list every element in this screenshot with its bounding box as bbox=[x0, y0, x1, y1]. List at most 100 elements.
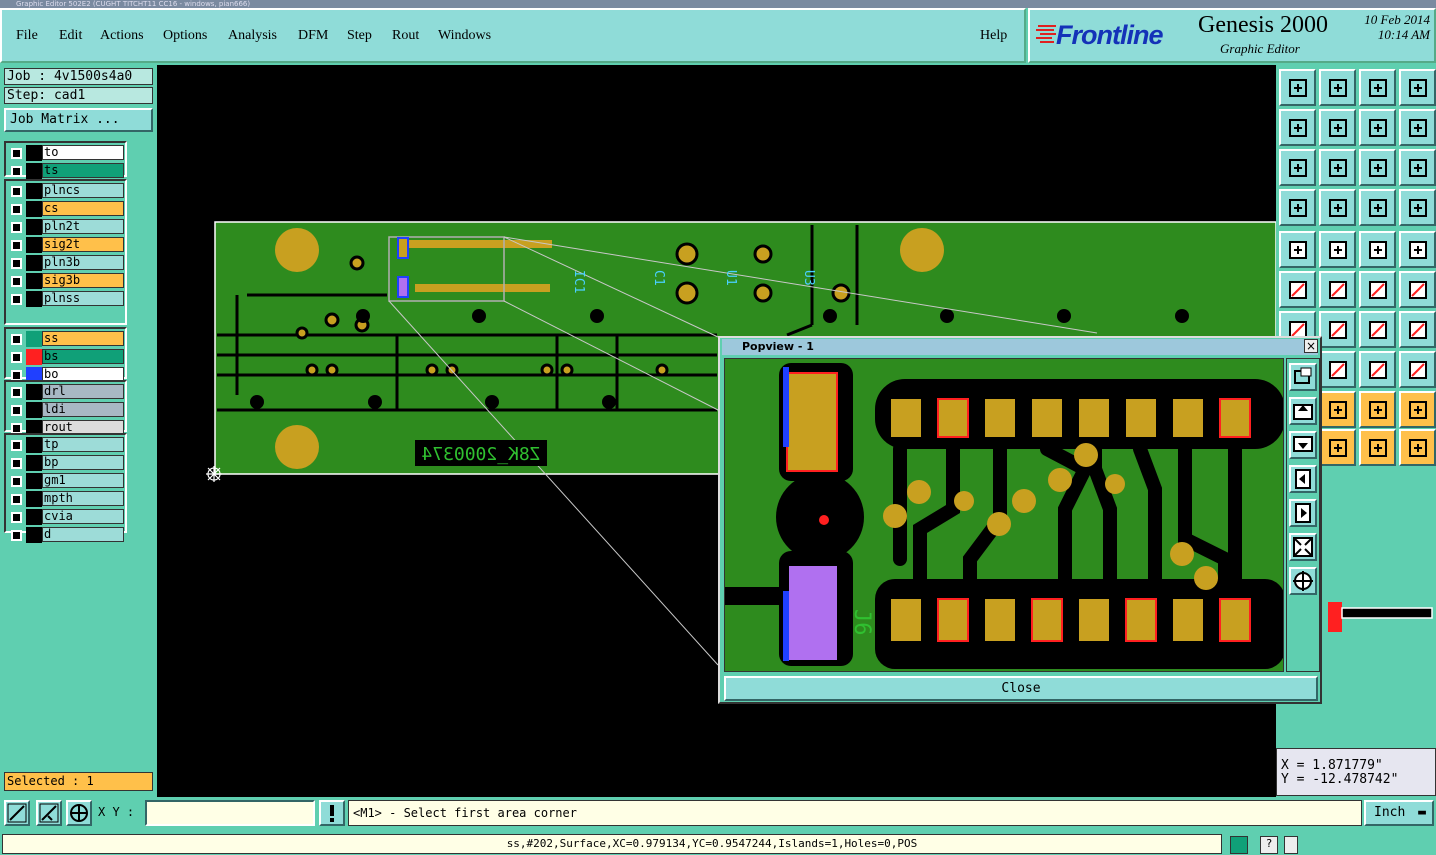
menu-step[interactable]: Step bbox=[347, 28, 372, 44]
layer-color-swatch[interactable] bbox=[26, 201, 42, 217]
ratio-button[interactable] bbox=[1359, 149, 1396, 186]
layer-name[interactable]: sig2t bbox=[42, 237, 124, 252]
layer-checkbox[interactable] bbox=[11, 530, 22, 541]
layer-checkbox[interactable] bbox=[11, 222, 22, 233]
layer-checkbox[interactable] bbox=[11, 512, 22, 523]
menu-file[interactable]: File bbox=[16, 28, 38, 44]
zoom-fit-button[interactable] bbox=[1279, 149, 1316, 186]
layer-color-swatch[interactable] bbox=[26, 145, 42, 161]
layer-name[interactable]: gm1 bbox=[42, 473, 124, 488]
layer-color-swatch[interactable] bbox=[26, 437, 42, 453]
line2-button[interactable] bbox=[1319, 311, 1356, 348]
zoom-center-button[interactable] bbox=[1319, 149, 1356, 186]
layer-row-pln2t[interactable]: pln2t bbox=[6, 219, 125, 235]
layer-color-swatch[interactable] bbox=[26, 183, 42, 199]
layer-color-swatch[interactable] bbox=[26, 402, 42, 418]
mirror-button[interactable] bbox=[1399, 311, 1436, 348]
layer-row-gm1[interactable]: gm1 bbox=[6, 473, 125, 489]
layer-tool2-button[interactable] bbox=[1399, 189, 1436, 226]
layer-row-d[interactable]: d bbox=[6, 527, 125, 543]
layer-name[interactable]: ldi bbox=[42, 402, 124, 417]
zoom-home-button[interactable] bbox=[1279, 69, 1316, 106]
layer-tool-button[interactable] bbox=[1359, 189, 1396, 226]
layer-checkbox[interactable] bbox=[11, 352, 22, 363]
layer-color-swatch[interactable] bbox=[26, 291, 42, 307]
pv-pan-left-button[interactable] bbox=[1289, 465, 1317, 493]
pv-pan-down-button[interactable] bbox=[1289, 431, 1317, 459]
layer-color-swatch[interactable] bbox=[26, 273, 42, 289]
popview-titlebar[interactable]: Popview - 1 bbox=[722, 339, 1318, 355]
layer-checkbox[interactable] bbox=[11, 405, 22, 416]
layer-color-swatch[interactable] bbox=[26, 509, 42, 525]
layer-color-swatch[interactable] bbox=[26, 491, 42, 507]
pv-fit-button[interactable] bbox=[1289, 533, 1317, 561]
pointer2-button[interactable] bbox=[1319, 429, 1356, 466]
undo-zoom-button[interactable] bbox=[1359, 109, 1396, 146]
pv-center-button[interactable] bbox=[1289, 567, 1317, 595]
layer-name[interactable]: bp bbox=[42, 455, 124, 470]
status-s-icon[interactable] bbox=[1230, 836, 1248, 854]
layer-color-swatch[interactable] bbox=[26, 331, 42, 347]
draw-button[interactable] bbox=[1319, 231, 1356, 268]
layer-row-ts[interactable]: ts bbox=[6, 163, 125, 179]
menu-actions[interactable]: Actions bbox=[100, 28, 144, 44]
xy-input[interactable] bbox=[145, 800, 315, 826]
layer-checkbox[interactable] bbox=[11, 458, 22, 469]
layer-checkbox[interactable] bbox=[11, 148, 22, 159]
layer-checkbox[interactable] bbox=[11, 294, 22, 305]
layer-name[interactable]: ss bbox=[42, 331, 124, 346]
alert-icon[interactable] bbox=[319, 800, 345, 826]
snap-mode-button[interactable] bbox=[4, 800, 30, 826]
layer-row-tp[interactable]: tp bbox=[6, 437, 125, 453]
scroll-icon[interactable] bbox=[1284, 836, 1298, 854]
help-icon[interactable]: ? bbox=[1260, 836, 1278, 854]
layer-checkbox[interactable] bbox=[11, 387, 22, 398]
layer-name[interactable]: pln2t bbox=[42, 219, 124, 234]
layer-row-pln3b[interactable]: pln3b bbox=[6, 255, 125, 271]
menu-options[interactable]: Options bbox=[163, 28, 207, 44]
layer-name[interactable]: ts bbox=[42, 163, 124, 178]
layer-name[interactable]: pln3b bbox=[42, 255, 124, 270]
layer-name[interactable]: sig3b bbox=[42, 273, 124, 288]
layer-color-swatch[interactable] bbox=[26, 455, 42, 471]
layer-name[interactable]: plnss bbox=[42, 291, 124, 306]
connect-button[interactable] bbox=[1279, 271, 1316, 308]
layer-name[interactable]: drl bbox=[42, 384, 124, 399]
layer-checkbox[interactable] bbox=[11, 166, 22, 177]
shape-button[interactable] bbox=[1359, 351, 1396, 388]
pan-right-button[interactable] bbox=[1319, 109, 1356, 146]
layer-name[interactable]: mpth bbox=[42, 491, 124, 506]
zoom-page-button[interactable] bbox=[1319, 69, 1356, 106]
layer-color-swatch[interactable] bbox=[26, 473, 42, 489]
arrow3-button[interactable] bbox=[1359, 391, 1396, 428]
pv-pan-right-button[interactable] bbox=[1289, 499, 1317, 527]
layer-row-sig2t[interactable]: sig2t bbox=[6, 237, 125, 253]
job-matrix-button[interactable]: Job Matrix ... bbox=[4, 108, 153, 132]
measure-mode-button[interactable] bbox=[36, 800, 62, 826]
pv-zoom-in-button[interactable] bbox=[1289, 363, 1317, 391]
layer-color-swatch[interactable] bbox=[26, 384, 42, 400]
layer-checkbox[interactable] bbox=[11, 240, 22, 251]
resize-button[interactable] bbox=[1319, 351, 1356, 388]
layer-row-cs[interactable]: cs bbox=[6, 201, 125, 217]
layer-color-swatch[interactable] bbox=[26, 163, 42, 179]
layer-checkbox[interactable] bbox=[11, 276, 22, 287]
layer-color-swatch[interactable] bbox=[26, 255, 42, 271]
tools-button[interactable] bbox=[1279, 189, 1316, 226]
unit-select[interactable]: Inch ▬ bbox=[1364, 800, 1434, 826]
layer-row-cvia[interactable]: cvia bbox=[6, 509, 125, 525]
layer-checkbox[interactable] bbox=[11, 186, 22, 197]
help-button[interactable] bbox=[1399, 149, 1436, 186]
layer-name[interactable]: bs bbox=[42, 349, 124, 364]
route-button[interactable] bbox=[1359, 271, 1396, 308]
layer-color-swatch[interactable] bbox=[26, 527, 42, 543]
layer-color-swatch[interactable] bbox=[26, 349, 42, 365]
copy-button[interactable] bbox=[1399, 351, 1436, 388]
menu-edit[interactable]: Edit bbox=[59, 28, 82, 44]
popview-close-button[interactable]: Close bbox=[724, 676, 1318, 701]
menu-help[interactable]: Help bbox=[980, 28, 1007, 44]
menu-dfm[interactable]: DFM bbox=[298, 28, 328, 44]
layer-name[interactable]: cvia bbox=[42, 509, 124, 524]
layer-name[interactable]: to bbox=[42, 145, 124, 160]
layer-name[interactable]: tp bbox=[42, 437, 124, 452]
